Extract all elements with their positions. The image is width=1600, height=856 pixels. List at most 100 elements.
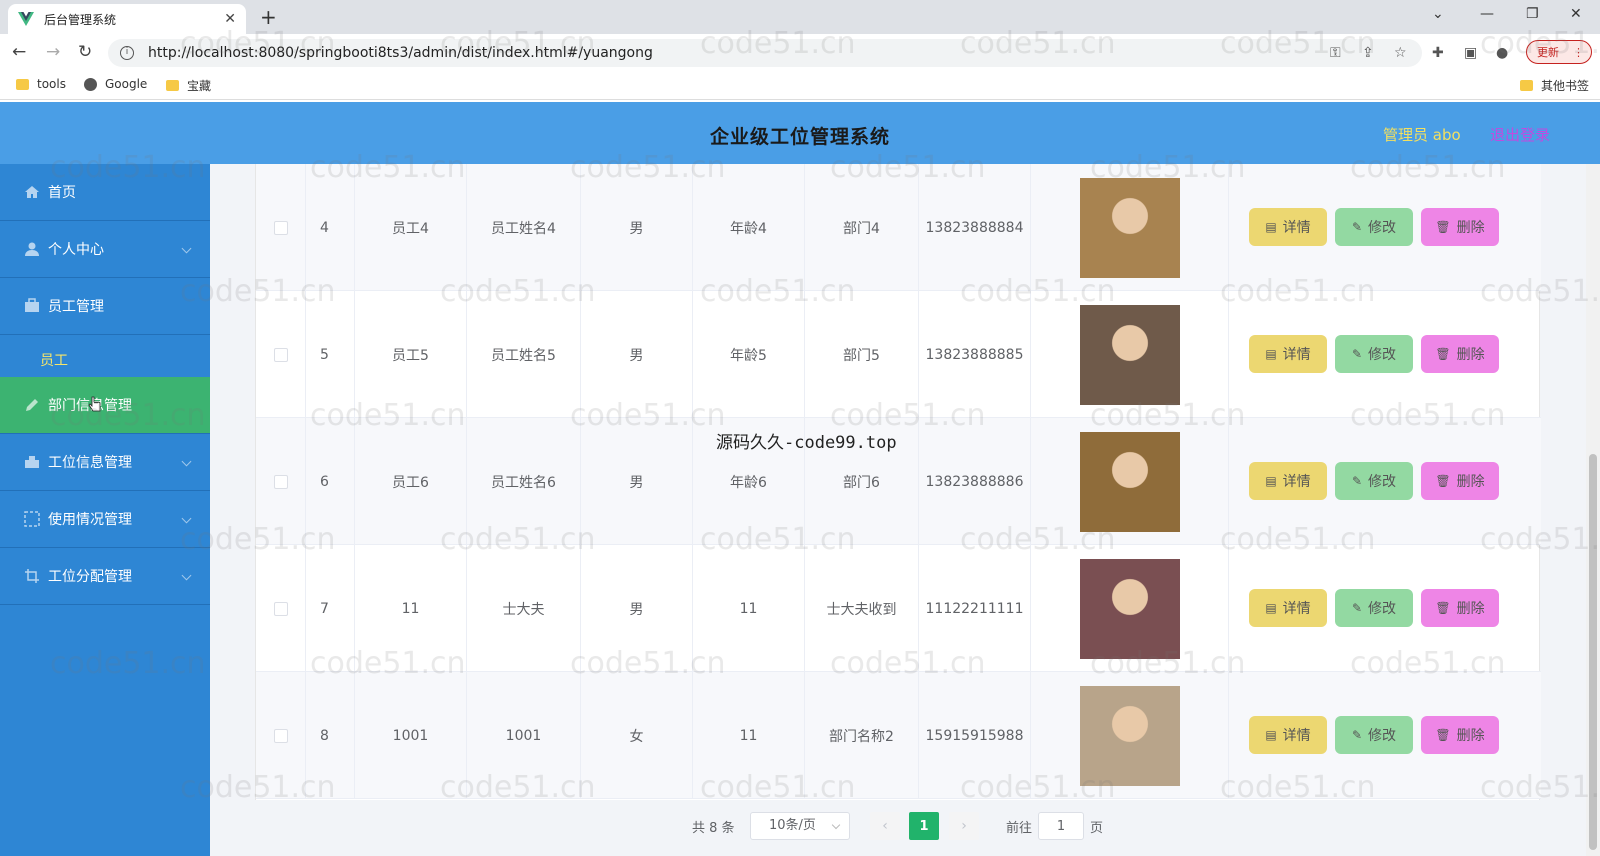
edit-button-label: 修改 (1368, 474, 1397, 490)
gender-cell: 男 (581, 291, 693, 418)
row-checkbox[interactable] (273, 474, 288, 489)
operations-cell: ▤ 详情 ✎ 修改 🗑 删除 (1229, 164, 1541, 291)
employee-table: 4 员工4 员工姓名4 男 年龄4 部门4 13823888884 ▤ 详情 ✎ 修改 🗑 删除 5 员工5… (255, 164, 1541, 800)
photo-cell (1031, 291, 1229, 418)
operations-cell: ▤ 详情 ✎ 修改 🗑 删除 (1229, 418, 1541, 545)
page-size-select[interactable]: 10条/页 (750, 812, 850, 840)
bookmark-google[interactable]: Google (84, 77, 147, 91)
delete-button-label: 删除 (1456, 728, 1485, 744)
row-checkbox-cell (256, 672, 306, 799)
update-button[interactable]: 更新 ⋮ (1526, 40, 1592, 64)
name-cell: 员工姓名5 (467, 291, 581, 418)
name-text: 员工姓名6 (491, 474, 556, 491)
edit-button[interactable]: ✎ 修改 (1335, 462, 1413, 500)
row-checkbox[interactable] (273, 728, 288, 743)
edit-button[interactable]: ✎ 修改 (1335, 335, 1413, 373)
bookmark-tools[interactable]: tools (16, 77, 66, 91)
next-page-button[interactable]: › (949, 812, 979, 840)
grid-icon (24, 511, 40, 527)
goto-page-input[interactable]: 1 (1038, 812, 1084, 840)
profile-icon[interactable]: ● (1496, 45, 1508, 61)
employee-photo (1079, 431, 1180, 532)
sidebar-item-profile[interactable]: 个人中心 (0, 221, 210, 278)
key-icon[interactable]: ⚿ (1330, 45, 1341, 61)
close-tab-icon[interactable]: ✕ (224, 11, 236, 27)
page-number-1[interactable]: 1 (909, 812, 939, 840)
name-text: 士大夫 (502, 601, 545, 618)
edit-button[interactable]: ✎ 修改 (1335, 589, 1413, 627)
detail-button[interactable]: ▤ 详情 (1249, 589, 1327, 627)
edit-button[interactable]: ✎ 修改 (1335, 716, 1413, 754)
gender-text: 男 (629, 601, 644, 618)
bookmark-baozang[interactable]: 宝藏 (166, 77, 211, 94)
document-icon: ▤ (1265, 220, 1277, 234)
operations-cell: ▤ 详情 ✎ 修改 🗑 删除 (1229, 672, 1541, 799)
sidebar-item-employee-management[interactable]: 员工管理 (0, 278, 210, 335)
dept-text: 部门5 (843, 347, 880, 364)
extensions-icon[interactable]: ✚ (1432, 45, 1444, 61)
phone-text: 13823888884 (925, 219, 1024, 236)
cursor-hand-icon (88, 396, 101, 412)
edit-button[interactable]: ✎ 修改 (1335, 208, 1413, 246)
phone-text: 11122211111 (925, 600, 1024, 617)
emp-no-cell: 员工5 (355, 291, 467, 418)
scrollbar[interactable] (1586, 164, 1600, 856)
browser-tab[interactable]: 后台管理系统 ✕ (8, 4, 246, 34)
row-checkbox[interactable] (273, 601, 288, 616)
detail-button[interactable]: ▤ 详情 (1249, 716, 1327, 754)
photo-cell (1031, 164, 1229, 291)
dept-text: 部门6 (843, 474, 880, 491)
sidebar-item-usage[interactable]: 使用情况管理 (0, 491, 210, 548)
row-checkbox[interactable] (273, 220, 288, 235)
sidepanel-icon[interactable]: ▣ (1464, 45, 1477, 61)
address-bar-row: ← → ↻ i http://localhost:8080/springboot… (0, 34, 1600, 70)
logout-link[interactable]: 退出登录 (1490, 124, 1550, 145)
name-cell: 1001 (467, 672, 581, 799)
row-index: 4 (320, 219, 329, 236)
url-field[interactable]: i http://localhost:8080/springbooti8ts3/… (108, 39, 1422, 67)
globe-icon (84, 77, 97, 91)
pagination-total: 共 8 条 (692, 820, 735, 836)
chevron-down-icon (181, 570, 192, 581)
site-info-icon[interactable]: i (120, 46, 134, 60)
dept-text: 部门4 (843, 220, 880, 237)
sidebar-item-department[interactable]: 部门信息管理 (0, 377, 210, 434)
restore-icon[interactable]: ❐ (1526, 6, 1539, 22)
age-text: 11 (739, 727, 758, 744)
forward-icon[interactable]: → (46, 42, 60, 62)
detail-button[interactable]: ▤ 详情 (1249, 208, 1327, 246)
emp_no-text: 员工5 (392, 347, 429, 364)
minimize-icon[interactable]: — (1480, 6, 1494, 22)
detail-button-label: 详情 (1282, 474, 1311, 490)
delete-button[interactable]: 🗑 删除 (1421, 716, 1499, 754)
sidebar-item-home[interactable]: 首页 (0, 164, 210, 221)
share-icon[interactable]: ⇪ (1362, 45, 1374, 61)
reload-icon[interactable]: ↻ (78, 42, 92, 62)
pencil-icon: ✎ (1351, 220, 1363, 234)
sidebar-item-workstation[interactable]: 工位信息管理 (0, 434, 210, 491)
window-close-icon[interactable]: ✕ (1570, 6, 1582, 22)
back-icon[interactable]: ← (12, 42, 26, 62)
delete-button[interactable]: 🗑 删除 (1421, 589, 1499, 627)
tab-search-icon[interactable]: ⌄ (1432, 6, 1444, 22)
pencil-icon: ✎ (1351, 347, 1363, 361)
sidebar-item-allocation[interactable]: 工位分配管理 (0, 548, 210, 605)
prev-page-button[interactable]: ‹ (870, 812, 900, 840)
row-checkbox[interactable] (273, 347, 288, 362)
scroll-thumb[interactable] (1589, 454, 1597, 850)
row-index: 8 (320, 727, 329, 744)
detail-button[interactable]: ▤ 详情 (1249, 335, 1327, 373)
delete-button[interactable]: 🗑 删除 (1421, 208, 1499, 246)
delete-button[interactable]: 🗑 删除 (1421, 335, 1499, 373)
gender-cell: 男 (581, 418, 693, 545)
delete-button[interactable]: 🗑 删除 (1421, 462, 1499, 500)
new-tab-icon[interactable]: + (260, 5, 277, 29)
gender-text: 女 (629, 728, 644, 745)
page-suffix: 页 (1090, 820, 1104, 836)
bookmark-other[interactable]: 其他书签 (1520, 77, 1589, 94)
emp_no-text: 员工4 (392, 220, 429, 237)
name-cell: 员工姓名6 (467, 418, 581, 545)
star-icon[interactable]: ☆ (1394, 45, 1407, 61)
detail-button[interactable]: ▤ 详情 (1249, 462, 1327, 500)
age-text: 年龄6 (730, 474, 767, 491)
